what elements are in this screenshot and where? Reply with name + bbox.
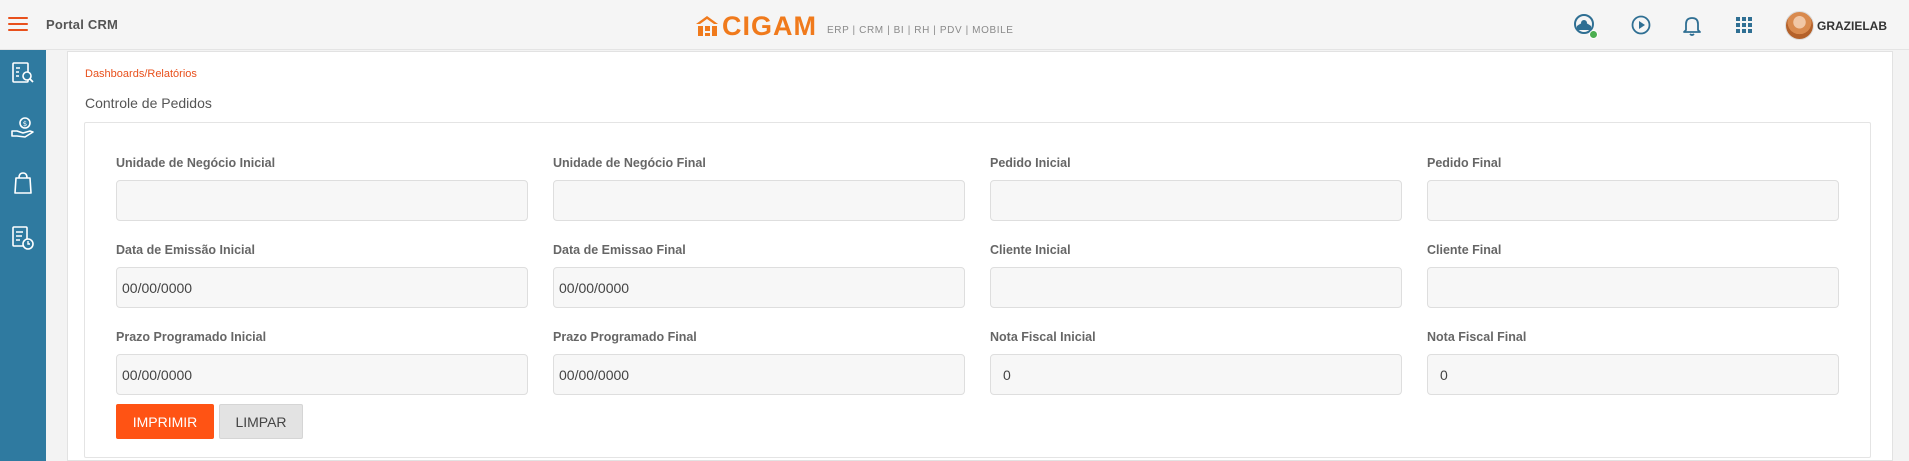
cliente-inicial-label: Cliente Inicial: [990, 243, 1071, 257]
print-button[interactable]: IMPRIMIR: [116, 404, 214, 439]
main-content: Dashboards/Relatórios Controle de Pedido…: [67, 51, 1893, 461]
nf-final-input[interactable]: [1427, 354, 1839, 395]
prazo-inicial-label: Prazo Programado Inicial: [116, 330, 267, 344]
user-name[interactable]: GRAZIELAB: [1817, 19, 1887, 33]
dashboard-report-icon[interactable]: [10, 60, 36, 86]
emissao-inicial-input[interactable]: [116, 267, 528, 308]
sidebar: $: [0, 50, 46, 461]
clear-button[interactable]: LIMPAR: [219, 404, 303, 439]
nf-inicial-label: Nota Fiscal Inicial: [990, 330, 1096, 344]
user-menu[interactable]: GRAZIELAB: [1785, 11, 1887, 40]
cliente-final-input[interactable]: [1427, 267, 1839, 308]
cliente-final-label: Cliente Final: [1427, 243, 1502, 257]
hamburger-menu-icon[interactable]: [8, 17, 28, 32]
portal-title: Portal CRM: [46, 17, 119, 32]
nf-inicial-input[interactable]: [990, 354, 1402, 395]
top-bar: Portal CRM CIGAM ERP | CRM | BI | RH | P…: [0, 0, 1909, 50]
un-final-label: Unidade de Negócio Final: [553, 156, 706, 170]
svg-text:$: $: [23, 120, 27, 128]
pedido-final-label: Pedido Final: [1427, 156, 1502, 170]
un-final-input[interactable]: [553, 180, 965, 221]
emissao-final-input[interactable]: [553, 267, 965, 308]
pedido-final-input[interactable]: [1427, 180, 1839, 221]
page-title: Controle de Pedidos: [85, 95, 212, 111]
emissao-inicial-label: Data de Emissão Inicial: [116, 243, 255, 257]
emissao-final-label: Data de Emissao Final: [553, 243, 686, 257]
prazo-final-label: Prazo Programado Final: [553, 330, 697, 344]
brand-name: CIGAM: [722, 11, 817, 41]
money-hand-icon[interactable]: $: [10, 115, 36, 141]
brand-logo: CIGAM ERP | CRM | BI | RH | PDV | MOBILE: [694, 11, 1014, 41]
cigam-logo-icon: [696, 16, 718, 36]
un-inicial-label: Unidade de Negócio Inicial: [116, 156, 276, 170]
shopping-bag-icon[interactable]: [10, 170, 36, 196]
cliente-inicial-input[interactable]: [990, 267, 1402, 308]
document-clock-icon[interactable]: [10, 225, 36, 251]
nf-final-label: Nota Fiscal Final: [1427, 330, 1527, 344]
avatar[interactable]: [1785, 11, 1814, 40]
breadcrumb[interactable]: Dashboards/Relatórios: [85, 68, 197, 80]
pedido-inicial-label: Pedido Inicial: [990, 156, 1071, 170]
prazo-final-input[interactable]: [553, 354, 965, 395]
brand-tagline: ERP | CRM | BI | RH | PDV | MOBILE: [827, 25, 1014, 36]
pedido-inicial-input[interactable]: [990, 180, 1402, 221]
un-inicial-input[interactable]: [116, 180, 528, 221]
apps-grid-icon[interactable]: [1731, 12, 1757, 38]
online-status-dot: [1589, 30, 1598, 39]
play-video-icon[interactable]: [1628, 12, 1654, 38]
filter-form: Unidade de Negócio Inicial Unidade de Ne…: [84, 122, 1871, 458]
notification-bell-icon[interactable]: [1679, 12, 1705, 38]
prazo-inicial-input[interactable]: [116, 354, 528, 395]
